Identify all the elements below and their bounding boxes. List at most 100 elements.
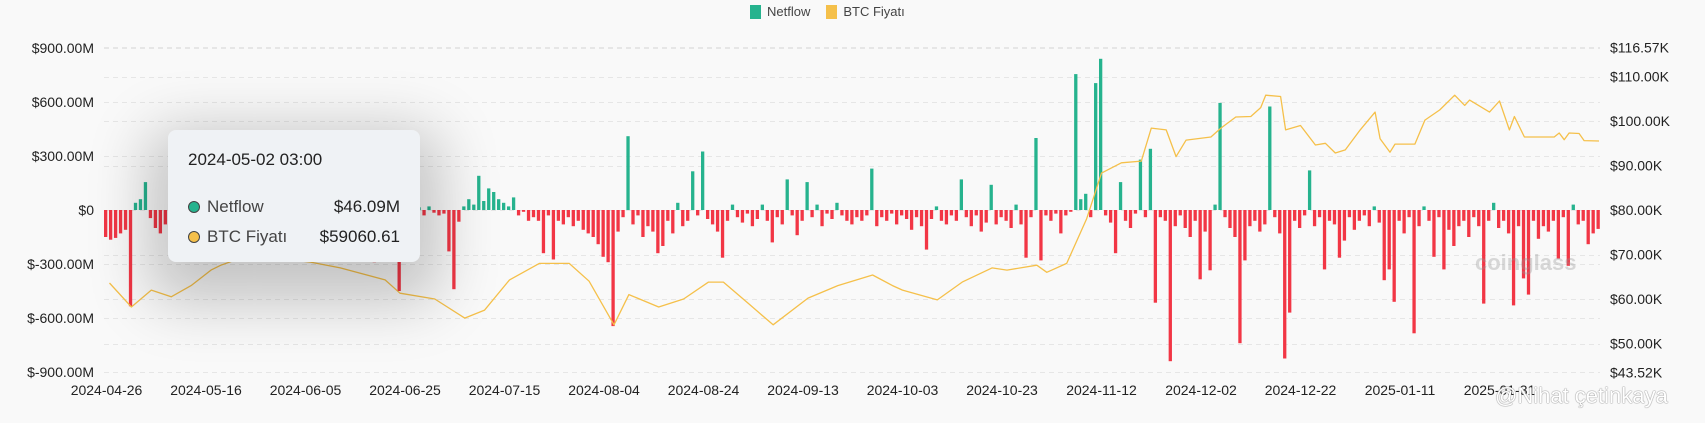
netflow-bar bbox=[1581, 210, 1585, 221]
netflow-bar bbox=[1034, 138, 1038, 210]
netflow-bar bbox=[1004, 210, 1008, 221]
netflow-bar bbox=[715, 210, 720, 232]
right-y-tick-label: $60.00K bbox=[1610, 291, 1663, 307]
netflow-bar bbox=[521, 210, 526, 212]
netflow-bar bbox=[1213, 204, 1217, 210]
netflow-bar bbox=[1432, 210, 1436, 257]
netflow-bar bbox=[1198, 210, 1202, 280]
netflow-bar bbox=[148, 210, 153, 219]
netflow-bar bbox=[1472, 210, 1476, 218]
netflow-bar bbox=[1571, 204, 1575, 210]
netflow-bar bbox=[163, 210, 167, 225]
netflow-bar bbox=[924, 210, 929, 250]
netflow-bar bbox=[1193, 210, 1197, 221]
netflow-bar bbox=[696, 210, 700, 216]
netflow-bar bbox=[646, 210, 650, 227]
netflow-bar bbox=[1054, 210, 1058, 214]
netflow-bar bbox=[452, 210, 456, 290]
netflow-bar bbox=[462, 206, 466, 210]
netflow-bar bbox=[581, 210, 585, 230]
tooltip-row-btc-price: BTC Fiyatı $59060.61 bbox=[188, 222, 400, 252]
netflow-bar bbox=[1158, 210, 1162, 218]
netflow-bar bbox=[701, 151, 705, 210]
netflow-bar bbox=[1074, 74, 1078, 210]
right-y-tick-label: $50.00K bbox=[1610, 336, 1663, 352]
netflow-bar bbox=[1049, 210, 1053, 221]
tooltip-label: Netflow bbox=[207, 197, 264, 216]
netflow-bar bbox=[745, 210, 750, 214]
tooltip-value: $59060.61 bbox=[319, 227, 400, 246]
netflow-bar bbox=[720, 210, 725, 258]
netflow-bar bbox=[686, 210, 690, 221]
netflow-bar bbox=[805, 182, 809, 210]
netflow-bar bbox=[601, 210, 605, 257]
netflow-bar bbox=[661, 210, 665, 246]
right-y-tick-label: $116.57K bbox=[1610, 39, 1670, 55]
netflow-bar bbox=[1178, 210, 1182, 216]
netflow-bar bbox=[1138, 159, 1143, 210]
netflow-bar bbox=[138, 199, 143, 210]
netflow-bar bbox=[596, 210, 600, 245]
right-y-tick-label: $43.52K bbox=[1610, 364, 1663, 380]
netflow-bar bbox=[1437, 210, 1441, 218]
netflow-bar bbox=[1551, 210, 1556, 221]
left-y-tick-label: $-900.00M bbox=[27, 364, 94, 380]
netflow-bar bbox=[1457, 210, 1461, 227]
x-tick-label: 2024-06-25 bbox=[369, 382, 441, 398]
netflow-bar bbox=[1536, 210, 1541, 239]
netflow-bar bbox=[651, 210, 655, 232]
netflow-bar bbox=[1422, 206, 1426, 210]
netflow-bar bbox=[904, 210, 909, 219]
netflow-bar bbox=[795, 210, 799, 236]
netflow-bar bbox=[735, 210, 740, 218]
netflow-bar bbox=[760, 204, 764, 210]
netflow-bar bbox=[979, 210, 983, 232]
tooltip-row-netflow: Netflow $46.09M bbox=[188, 192, 400, 222]
netflow-bar bbox=[113, 210, 118, 238]
netflow-bar bbox=[1412, 210, 1416, 334]
netflow-bar bbox=[1561, 210, 1565, 218]
netflow-bar bbox=[482, 201, 486, 210]
x-tick-label: 2024-05-16 bbox=[170, 382, 242, 398]
x-tick-label: 2024-10-03 bbox=[867, 382, 939, 398]
netflow-bar bbox=[1586, 210, 1590, 245]
netflow-bar bbox=[1223, 210, 1227, 218]
left-y-tick-label: $300.00M bbox=[32, 148, 94, 164]
netflow-bar bbox=[571, 210, 575, 227]
left-y-tick-label: $0 bbox=[78, 202, 94, 218]
netflow-bar bbox=[1253, 210, 1257, 221]
netflow-bar bbox=[1263, 210, 1267, 225]
netflow-bar bbox=[999, 210, 1003, 218]
netflow-bar bbox=[432, 210, 436, 213]
legend-item-btc-price[interactable]: BTC Fiyatı bbox=[826, 4, 905, 19]
netflow-bar bbox=[959, 179, 963, 210]
netflow-bar bbox=[1347, 210, 1352, 218]
netflow-bar bbox=[1044, 210, 1048, 216]
netflow-bar bbox=[1243, 210, 1247, 261]
netflow-bar bbox=[1531, 210, 1536, 221]
netflow-bar bbox=[158, 210, 163, 234]
netflow-bar bbox=[1128, 210, 1133, 228]
tooltip: 2024-05-02 03:00 Netflow $46.09M BTC Fiy… bbox=[168, 130, 420, 262]
netflow-bar bbox=[626, 136, 630, 210]
netflow-bar bbox=[1317, 210, 1322, 218]
netflow-bar bbox=[591, 210, 595, 237]
netflow-bar bbox=[1487, 210, 1491, 221]
netflow-bar bbox=[576, 210, 580, 221]
x-tick-label: 2024-12-02 bbox=[1165, 382, 1237, 398]
netflow-bar bbox=[1203, 210, 1207, 232]
netflow-bar bbox=[730, 204, 735, 210]
netflow-bar bbox=[1332, 210, 1337, 225]
netflow-bar bbox=[914, 210, 919, 218]
netflow-bar bbox=[551, 210, 556, 260]
netflow-bar bbox=[1506, 210, 1511, 234]
netflow-bar bbox=[705, 210, 710, 219]
netflow-bar bbox=[671, 210, 675, 234]
netflow-bar bbox=[929, 210, 934, 219]
right-y-tick-label: $70.00K bbox=[1610, 247, 1663, 263]
coinglass-watermark: coinglass bbox=[1475, 250, 1577, 275]
legend-item-netflow[interactable]: Netflow bbox=[750, 4, 810, 19]
netflow-bar bbox=[1546, 210, 1551, 232]
netflow-bar bbox=[442, 210, 446, 214]
netflow-bar bbox=[825, 210, 829, 214]
